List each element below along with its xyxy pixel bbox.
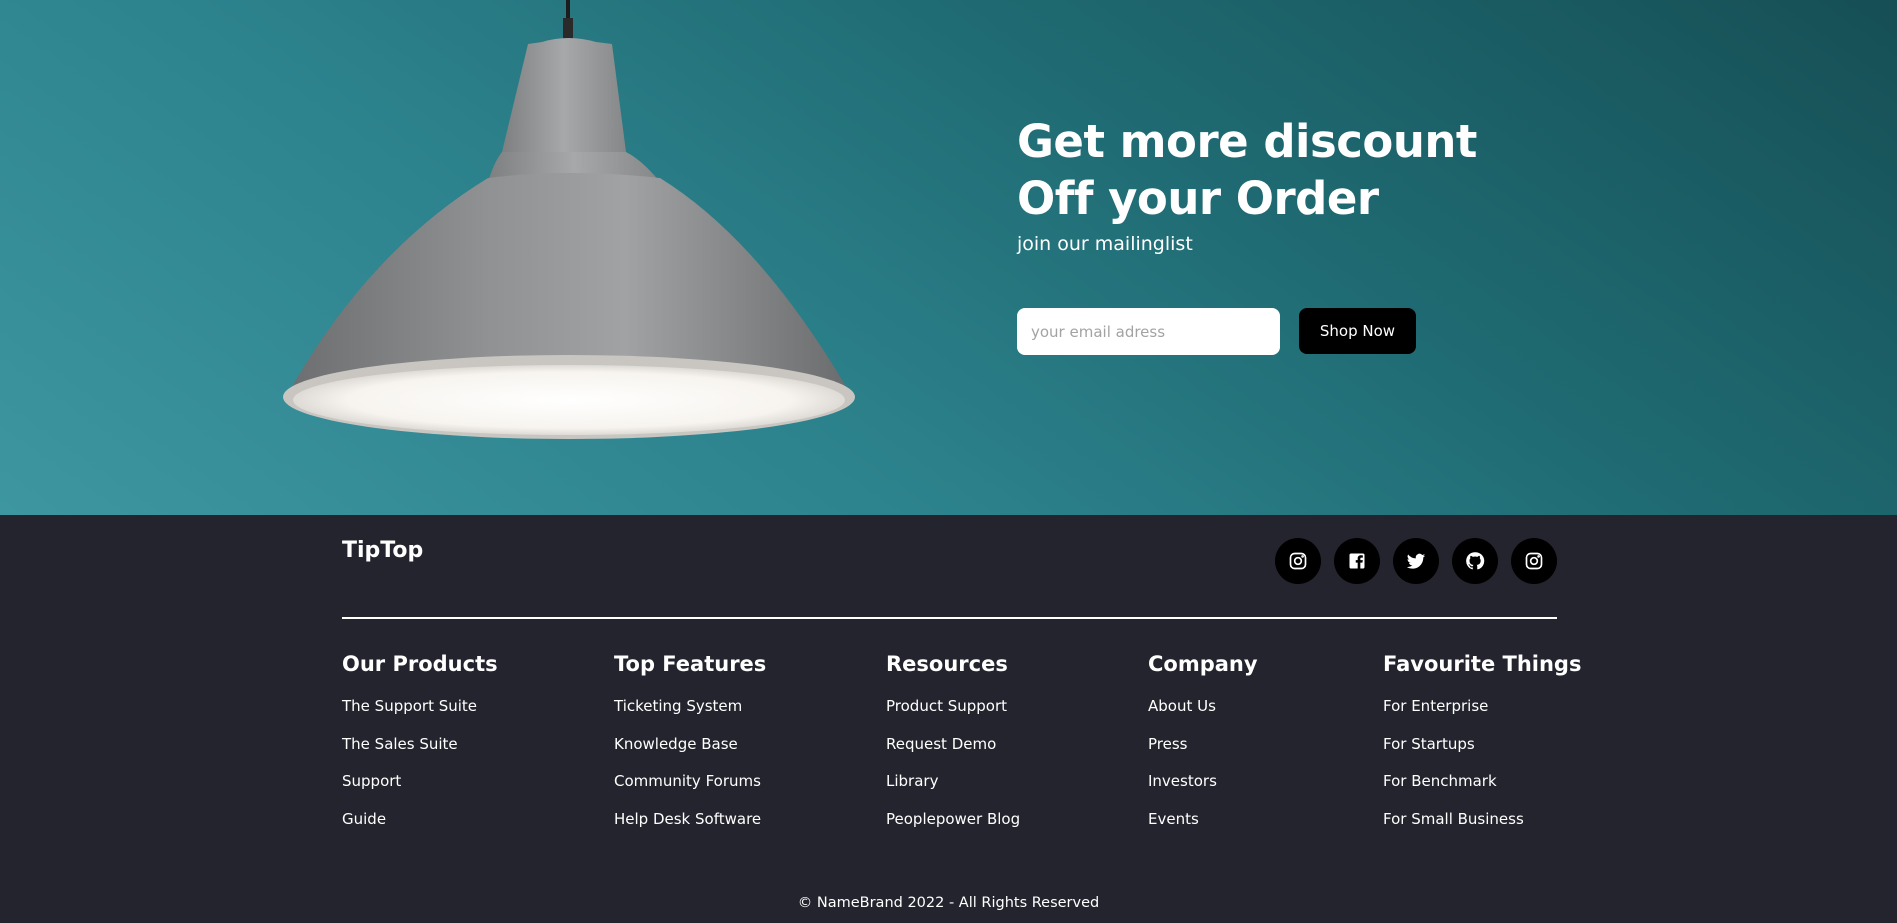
instagram-icon — [1525, 552, 1543, 570]
brand-logo[interactable]: TipTop — [342, 538, 423, 563]
twitter-link[interactable] — [1393, 538, 1439, 584]
footer-column-favourite-things: Favourite Things For Enterprise For Star… — [1383, 652, 1581, 838]
footer-link[interactable]: For Startups — [1383, 726, 1581, 764]
column-title: Resources — [886, 652, 1008, 676]
footer-link[interactable]: Investors — [1148, 763, 1258, 801]
footer-link[interactable]: Request Demo — [886, 726, 1020, 764]
instagram-link-2[interactable] — [1511, 538, 1557, 584]
github-link[interactable] — [1452, 538, 1498, 584]
footer-column-top-features: Top Features Ticketing System Knowledge … — [614, 652, 766, 838]
footer-link[interactable]: Support — [342, 763, 498, 801]
hero-banner: Get more discount Off your Order join ou… — [0, 0, 1897, 515]
footer-link[interactable]: Guide — [342, 801, 498, 839]
hero-subtitle: join our mailinglist — [1017, 233, 1193, 255]
footer-link[interactable]: Knowledge Base — [614, 726, 766, 764]
footer-link[interactable]: Peoplepower Blog — [886, 801, 1020, 839]
site-footer: TipTop Our Products The Support Suite Th… — [0, 515, 1897, 923]
footer-link[interactable]: About Us — [1148, 688, 1258, 726]
footer-divider — [342, 617, 1557, 619]
footer-link[interactable]: Press — [1148, 726, 1258, 764]
footer-link[interactable]: For Small Business — [1383, 801, 1581, 839]
footer-link[interactable]: Community Forums — [614, 763, 766, 801]
instagram-link[interactable] — [1275, 538, 1321, 584]
facebook-icon — [1349, 553, 1365, 569]
shop-now-button[interactable]: Shop Now — [1299, 308, 1416, 354]
newsletter-form: Shop Now — [1017, 308, 1416, 355]
column-title: Favourite Things — [1383, 652, 1582, 676]
instagram-icon — [1289, 552, 1307, 570]
social-links — [1275, 538, 1557, 584]
column-title: Company — [1148, 652, 1258, 676]
footer-link[interactable]: Help Desk Software — [614, 801, 766, 839]
footer-link[interactable]: For Enterprise — [1383, 688, 1581, 726]
hero-title-line-2: Off your Order — [1017, 172, 1379, 225]
footer-link[interactable]: Ticketing System — [614, 688, 766, 726]
footer-column-company: Company About Us Press Investors Events — [1148, 652, 1258, 838]
facebook-link[interactable] — [1334, 538, 1380, 584]
footer-column-our-products: Our Products The Support Suite The Sales… — [342, 652, 498, 838]
footer-link[interactable]: For Benchmark — [1383, 763, 1581, 801]
pendant-lamp-image — [283, 0, 855, 439]
footer-link-columns: Our Products The Support Suite The Sales… — [342, 652, 1581, 852]
column-title: Our Products — [342, 652, 498, 676]
hero-content: Get more discount Off your Order join ou… — [1017, 113, 1537, 255]
copyright-text: © NameBrand 2022 - All Rights Reserved — [797, 895, 1100, 911]
footer-link[interactable]: Library — [886, 763, 1020, 801]
footer-link[interactable]: The Sales Suite — [342, 726, 498, 764]
hero-title: Get more discount Off your Order — [1017, 113, 1537, 227]
email-input[interactable] — [1017, 308, 1280, 355]
footer-link[interactable]: The Support Suite — [342, 688, 498, 726]
hero-title-line-1: Get more discount — [1017, 115, 1477, 168]
footer-link[interactable]: Product Support — [886, 688, 1020, 726]
github-icon — [1466, 552, 1485, 570]
column-title: Top Features — [614, 652, 767, 676]
twitter-icon — [1406, 553, 1426, 569]
footer-link[interactable]: Events — [1148, 801, 1258, 839]
footer-column-resources: Resources Product Support Request Demo L… — [886, 652, 1020, 838]
